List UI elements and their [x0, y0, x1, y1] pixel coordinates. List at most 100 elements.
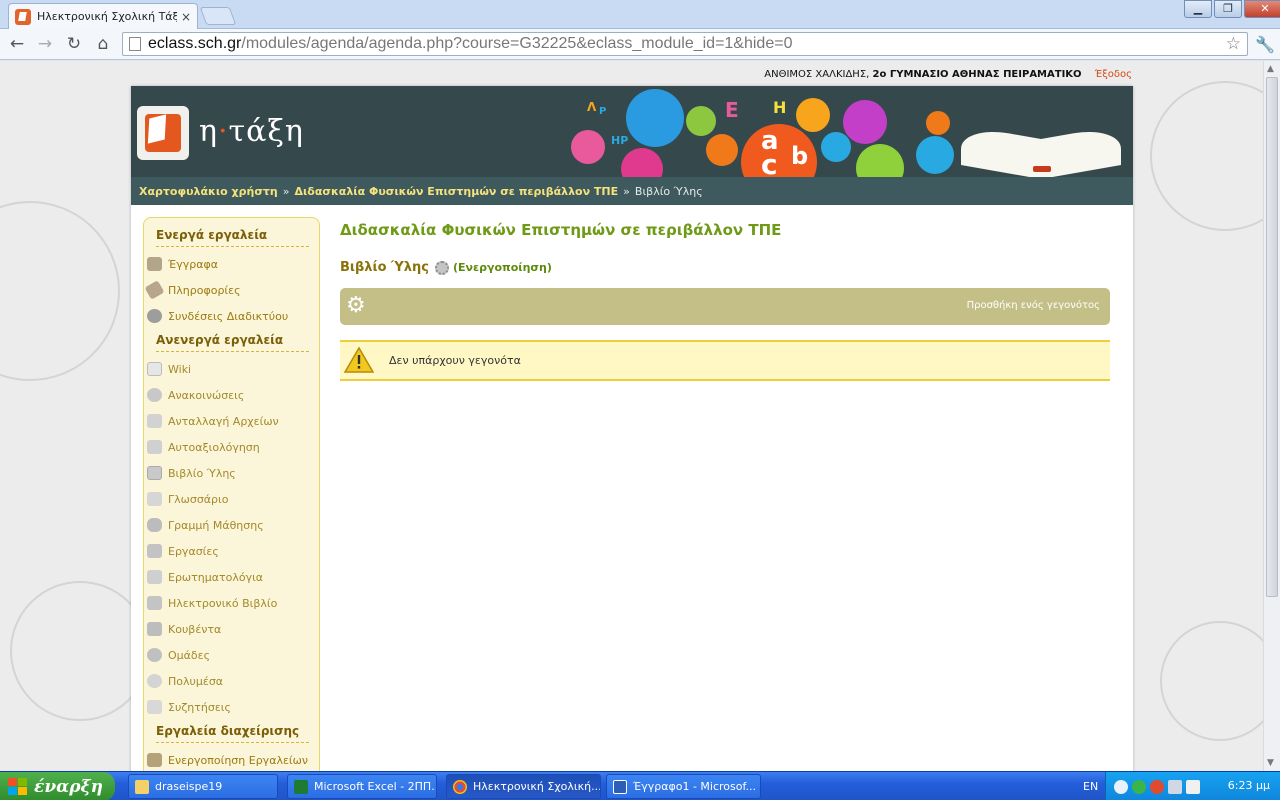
sidebar-item-multimedia[interactable]: Πολυμέσα	[144, 668, 319, 694]
sidebar-item-questionnaires[interactable]: Ερωτηματολόγια	[144, 564, 319, 590]
site-logo-text[interactable]: η·τάξη	[199, 114, 304, 149]
breadcrumb-current: Βιβλίο Ύλης	[634, 184, 703, 198]
bookmark-star-icon[interactable]: ☆	[1226, 34, 1241, 54]
background-sketch	[1150, 81, 1263, 231]
browser-tab[interactable]: Ηλεκτρονική Σχολική Τάξη (ε ×	[8, 3, 198, 29]
sidebar-item-chat[interactable]: Κουβέντα	[144, 616, 319, 642]
tab-close-icon[interactable]: ×	[181, 10, 191, 24]
clock-icon	[147, 388, 162, 402]
sidebar-item-forum[interactable]: Συζητήσεις	[144, 694, 319, 720]
sidebar-item-wiki[interactable]: Wiki	[144, 356, 319, 382]
start-label: έναρξη	[34, 776, 103, 797]
sidebar-item-assignments[interactable]: Εργασίες	[144, 538, 319, 564]
tab-title: Ηλεκτρονική Σχολική Τάξη (ε	[37, 10, 177, 23]
tray-expand-icon[interactable]	[1114, 779, 1128, 794]
sidebar-item-learning-path[interactable]: Γραμμή Μάθησης	[144, 512, 319, 538]
page-icon	[129, 37, 141, 51]
taskbar-item-excel[interactable]: Microsoft Excel - 2ΠΠ...	[287, 774, 437, 799]
scroll-up-icon[interactable]: ▲	[1267, 64, 1274, 74]
sidebar-item-announcements[interactable]: Ανακοινώσεις	[144, 382, 319, 408]
forward-arrow-icon[interactable]: →	[34, 34, 56, 54]
maximize-button[interactable]: ❐	[1214, 0, 1242, 18]
background-sketch	[1160, 621, 1263, 741]
activate-link[interactable]: (Ενεργοποίηση)	[453, 261, 552, 274]
scroll-down-icon[interactable]: ▼	[1267, 758, 1274, 768]
close-window-button[interactable]: ✕	[1244, 0, 1280, 18]
breadcrumb-course-link[interactable]: Διδασκαλία Φυσικών Επιστημών σε περιβάλλ…	[294, 185, 618, 198]
itaxi-logo-icon[interactable]	[137, 106, 189, 160]
minimize-button[interactable]: ▁	[1184, 0, 1212, 18]
taskbar-item-word[interactable]: Έγγραφο1 - Microsof...	[606, 774, 761, 799]
network-icon[interactable]	[1132, 779, 1146, 794]
page-viewport: ΑΝΘΙΜΟΣ ΧΑΛΚΙΔΗΣ, 2ο ΓΥΜΝΑΣΙΟ ΑΘΗΝΑΣ ΠΕΙ…	[0, 61, 1263, 771]
gear-icon: ⚙	[346, 293, 366, 318]
add-event-link[interactable]: Προσθήκη ενός γεγονότος	[967, 300, 1100, 311]
taskbar-item-folder[interactable]: draseispe19	[128, 774, 278, 799]
settings-gear-icon[interactable]	[434, 260, 449, 275]
self-eval-icon	[147, 440, 162, 454]
warning-icon	[344, 346, 374, 373]
user-bar: ΑΝΘΙΜΟΣ ΧΑΛΚΙΔΗΣ, 2ο ΓΥΜΝΑΣΙΟ ΑΘΗΝΑΣ ΠΕΙ…	[764, 69, 1132, 80]
tag-icon	[144, 280, 165, 300]
site-container: η·τάξη a b c E Η ΗΡ Λ P Χαρτοφυλάκιο χρή…	[131, 86, 1133, 771]
calendar-icon	[147, 466, 162, 480]
breadcrumb-separator: »	[623, 184, 630, 198]
sidebar-item-glossary[interactable]: Γλωσσάριο	[144, 486, 319, 512]
admin-tools-heading: Εργαλεία διαχείρισης	[156, 724, 309, 743]
sidebar-item-file-exchange[interactable]: Ανταλλαγή Αρχείων	[144, 408, 319, 434]
sidebar-item-links[interactable]: Συνδέσεις Διαδικτύου	[144, 303, 319, 329]
volume-icon[interactable]	[1186, 779, 1200, 794]
multimedia-icon	[147, 674, 162, 688]
clock: 6:23 μμ	[1227, 779, 1270, 792]
home-icon[interactable]: ⌂	[92, 34, 114, 54]
browser-tabstrip: Ηλεκτρονική Σχολική Τάξη (ε × ▁ ❐ ✕	[0, 0, 1280, 29]
inactive-tools-heading: Ανενεργά εργαλεία	[156, 333, 309, 352]
chrome-icon	[453, 779, 467, 794]
ebook-icon	[147, 596, 162, 610]
wiki-icon	[147, 362, 162, 376]
new-tab-button[interactable]	[199, 7, 237, 25]
glossary-icon	[147, 492, 162, 506]
wrench-menu-icon[interactable]: 🔧	[1255, 35, 1275, 54]
active-tools-heading: Ενεργά εργαλεία	[156, 228, 309, 247]
language-indicator[interactable]: EN	[1083, 780, 1098, 793]
course-title: Διδασκαλία Φυσικών Επιστημών σε περιβάλλ…	[340, 221, 782, 239]
taskbar-item-chrome[interactable]: Ηλεκτρονική Σχολική...	[446, 774, 601, 799]
ati-icon[interactable]	[1150, 779, 1164, 794]
book-icon	[147, 544, 162, 558]
word-icon	[613, 779, 627, 794]
sidebar-item-documents[interactable]: Έγγραφα	[144, 251, 319, 277]
start-button[interactable]: έναρξη	[0, 772, 115, 800]
sidebar-item-info[interactable]: Πληροφορίες	[144, 277, 319, 303]
empty-message: Δεν υπάρχουν γεγονότα	[389, 354, 521, 367]
user-name: ΑΝΘΙΜΟΣ ΧΑΛΚΙΔΗΣ,	[764, 69, 870, 80]
breadcrumb-portfolio-link[interactable]: Χαρτοφυλάκιο χρήστη	[139, 185, 278, 198]
back-arrow-icon[interactable]: ←	[6, 34, 28, 54]
site-header: η·τάξη a b c E Η ΗΡ Λ P	[131, 86, 1133, 177]
sidebar-item-ebook[interactable]: Ηλεκτρονικό Βιβλίο	[144, 590, 319, 616]
forum-icon	[147, 700, 162, 714]
sidebar-item-enable-tools[interactable]: Ενεργοποίηση Εργαλείων	[144, 747, 319, 771]
logout-link[interactable]: Έξοδος	[1095, 69, 1132, 80]
windows-flag-icon	[8, 777, 28, 796]
background-sketch	[0, 201, 120, 381]
reload-icon[interactable]: ↻	[63, 34, 85, 54]
files-icon	[147, 414, 162, 428]
tools-sidebar: Ενεργά εργαλεία Έγγραφα Πληροφορίες Συνδ…	[143, 217, 320, 771]
window-controls: ▁ ❐ ✕	[1182, 0, 1280, 18]
address-bar[interactable]: eclass.sch.gr/modules/agenda/agenda.php?…	[122, 32, 1248, 56]
vertical-scrollbar[interactable]: ▲ ▼	[1263, 61, 1280, 771]
url-host: eclass.sch.gr	[148, 35, 242, 52]
browser-toolbar: ← → ↻ ⌂ eclass.sch.gr/modules/agenda/age…	[0, 29, 1280, 60]
sidebar-item-self-evaluation[interactable]: Αυτοαξιολόγηση	[144, 434, 319, 460]
open-book-illustration	[961, 118, 1121, 177]
groups-icon	[147, 648, 162, 662]
module-title: Βιβλίο Ύλης	[340, 260, 429, 275]
scrollbar-thumb[interactable]	[1266, 77, 1278, 597]
breadcrumb-separator: »	[282, 184, 290, 198]
sidebar-item-syllabus[interactable]: Βιβλίο Ύλης	[144, 460, 319, 486]
excel-icon	[294, 779, 308, 794]
display-icon[interactable]	[1168, 779, 1182, 794]
action-bar: ⚙ Προσθήκη ενός γεγονότος	[340, 288, 1110, 325]
sidebar-item-groups[interactable]: Ομάδες	[144, 642, 319, 668]
